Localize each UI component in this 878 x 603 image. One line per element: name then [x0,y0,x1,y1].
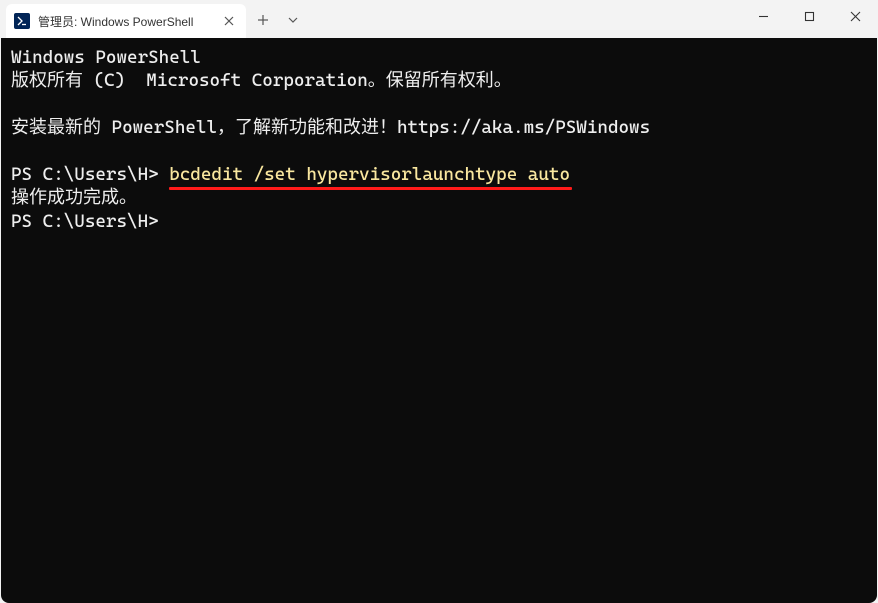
terminal-line [11,140,867,163]
tab-title: 管理员: Windows PowerShell [38,13,220,30]
powershell-icon [14,13,30,29]
prompt: PS C:\Users\H> [11,164,169,185]
new-tab-button[interactable] [248,5,278,35]
terminal-command-line: PS C:\Users\H> bcdedit /set hypervisorla… [11,163,867,186]
tab-dropdown-button[interactable] [278,5,308,35]
terminal-pane[interactable]: Windows PowerShell 版权所有 (C) Microsoft Co… [1,38,877,603]
titlebar: 管理员: Windows PowerShell [0,0,878,38]
terminal-line: 版权所有 (C) Microsoft Corporation。保留所有权利。 [11,69,867,92]
terminal-line [11,93,867,116]
tab-powershell[interactable]: 管理员: Windows PowerShell [6,4,246,38]
terminal-line: 安装最新的 PowerShell，了解新功能和改进！https://aka.ms… [11,116,867,139]
maximize-button[interactable] [786,0,832,32]
terminal-prompt-line: PS C:\Users\H> [11,210,867,233]
close-tab-button[interactable] [220,12,238,30]
terminal-line: Windows PowerShell [11,46,867,69]
prompt: PS C:\Users\H> [11,211,159,232]
highlighted-command: bcdedit /set hypervisorlaunchtype auto [169,163,570,186]
minimize-button[interactable] [740,0,786,32]
window-controls [740,0,878,32]
close-window-button[interactable] [832,0,878,32]
